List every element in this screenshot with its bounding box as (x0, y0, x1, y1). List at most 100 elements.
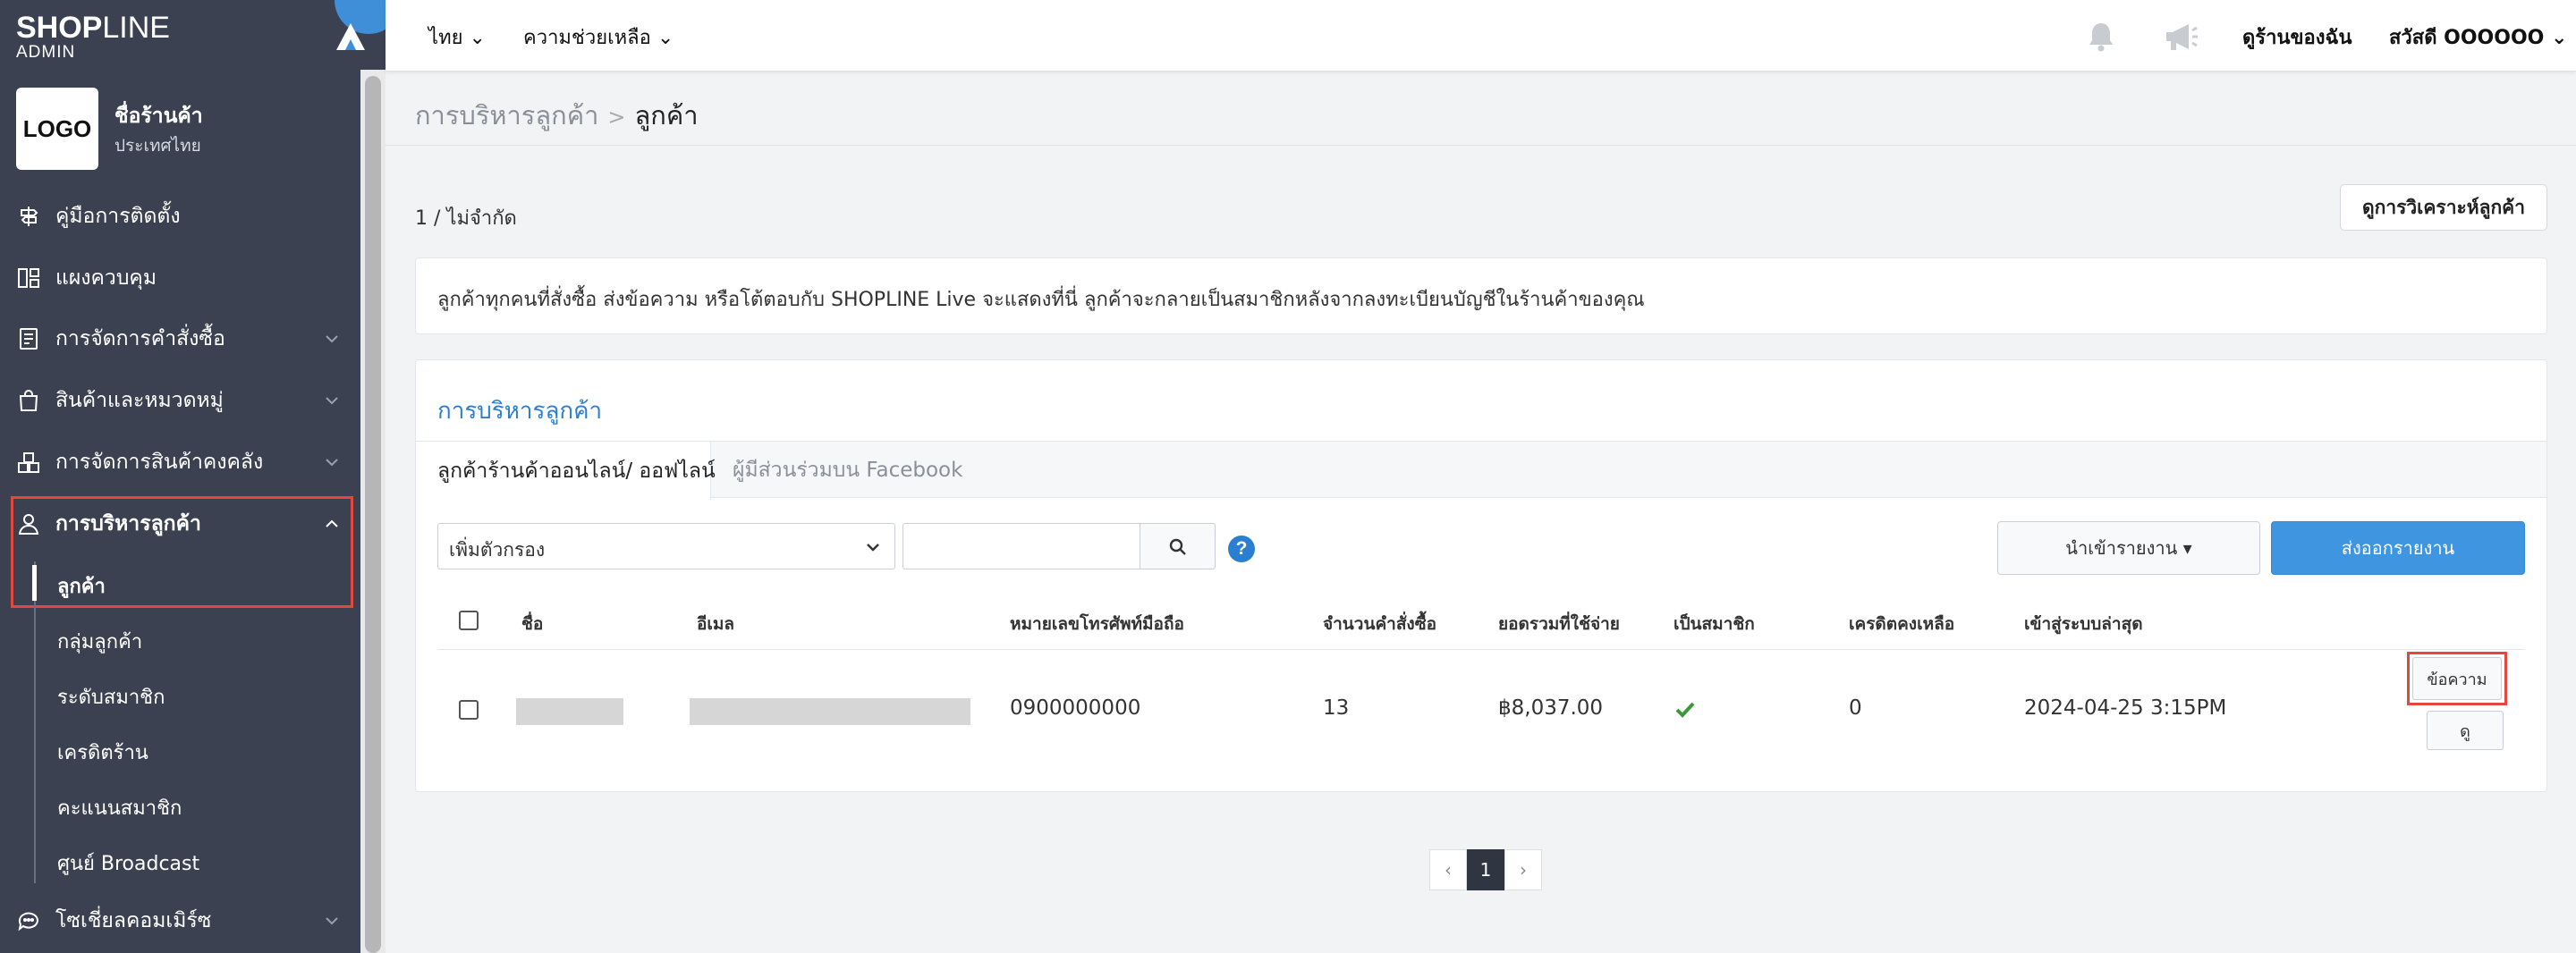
chevron-down-icon (326, 397, 338, 405)
chevron-down-icon: ⌄ (469, 27, 486, 49)
search-input[interactable] (902, 523, 1140, 569)
sidebar-item-dashboard[interactable]: แผงควบคุม (0, 251, 360, 305)
export-report-button[interactable]: ส่งออกรายงาน (2271, 521, 2525, 575)
checkmark-icon (1675, 702, 1695, 718)
row-checkbox[interactable] (459, 700, 479, 720)
brand-logo-area[interactable]: SHOPLINE ADMIN (0, 0, 360, 70)
store-logo: LOGO (16, 88, 98, 170)
cell-total-spent: ฿8,037.00 (1498, 696, 1604, 720)
customer-analysis-button[interactable]: ดูการวิเคราะห์ลูกค้า (2340, 184, 2547, 231)
store-country: ประเทศไทย (114, 136, 201, 156)
breadcrumb-separator: > (607, 105, 626, 130)
column-header-orders[interactable]: จำนวนคำสั่งซื้อ (1323, 611, 1436, 637)
column-header-last-login[interactable]: เข้าสู่ระบบล่าสุด (2024, 611, 2143, 637)
sidebar-subitem-customers[interactable]: ลูกค้า (57, 570, 106, 602)
view-store-link[interactable]: ดูร้านของฉัน (2242, 21, 2352, 53)
column-header-email[interactable]: อีเมล (697, 611, 734, 637)
header-divider (386, 145, 2576, 146)
order-list-icon (20, 328, 38, 350)
view-button[interactable]: ดู (2427, 711, 2504, 750)
chevron-down-icon (326, 335, 338, 343)
store-card[interactable]: LOGO ชื่อร้านค้า ประเทศไทย (16, 88, 347, 170)
user-greeting-dropdown[interactable]: สวัสดี OOOOOO ⌄ (2389, 21, 2567, 53)
store-name: ชื่อร้านค้า (114, 105, 203, 128)
tab-facebook-engagers[interactable]: ผู้มีส่วนร่วมบน Facebook (733, 442, 962, 499)
table-header-divider (437, 649, 2525, 650)
sidebar-item-label: สินค้าและหมวดหมู่ (55, 389, 224, 412)
sidebar-subitem-store-credit[interactable]: เครดิตร้าน (57, 737, 148, 768)
customer-panel: การบริหารลูกค้า ลูกค้าร้านค้าออนไลน์/ ออ… (415, 359, 2547, 792)
info-notice-text: ลูกค้าทุกคนที่สั่งซื้อ ส่งข้อความ หรือโต… (437, 289, 1645, 311)
column-header-credit[interactable]: เครดิตคงเหลือ (1849, 611, 1954, 637)
brand-sub: ADMIN (16, 43, 76, 62)
sidebar: SHOPLINE ADMIN LOGO ชื่อร้านค้า ประเทศไท… (0, 0, 386, 953)
cell-phone: 0900000000 (1010, 696, 1141, 720)
breadcrumb-parent[interactable]: การบริหารลูกค้า (415, 100, 598, 131)
column-header-member[interactable]: เป็นสมาชิก (1674, 611, 1755, 637)
column-header-name[interactable]: ชื่อ (521, 611, 543, 637)
cell-last-login: 2024-04-25 3:15PM (2024, 696, 2227, 720)
language-label: ไทย (428, 27, 463, 49)
sidebar-subitem-membership-tiers[interactable]: ระดับสมาชิก (57, 681, 165, 713)
sidebar-item-label: แผงควบคุม (55, 266, 157, 290)
megaphone-icon[interactable] (2163, 20, 2200, 54)
cell-credit: 0 (1849, 696, 1862, 720)
select-all-checkbox[interactable] (459, 611, 479, 630)
sidebar-item-label: การจัดการสินค้าคงคลัง (55, 451, 264, 474)
shopping-bag-icon (19, 390, 38, 411)
tabs-bar: ลูกค้าร้านค้าออนไลน์/ ออฟไลน์ ผู้มีส่วนร… (416, 441, 2546, 500)
help-dropdown[interactable]: ความช่วยเหลือ ⌄ (523, 21, 674, 53)
brand-logo[interactable]: SHOPLINE ADMIN (16, 13, 170, 61)
dashboard-icon (18, 268, 39, 288)
redacted-email (690, 698, 970, 725)
info-notice: ลูกค้าทุกคนที่สั่งซื้อ ส่งข้อความ หรือโต… (415, 257, 2547, 334)
search-button[interactable] (1140, 523, 1216, 569)
topbar: ไทย ⌄ ความช่วยเหลือ ⌄ ดูร้านของฉัน สวัสด… (386, 0, 2576, 72)
greeting-label: สวัสดี OOOOOO (2389, 27, 2545, 49)
sidebar-scrollbar-thumb[interactable] (365, 76, 381, 953)
sidebar-item-setup-guide[interactable]: คู่มือการติดตั้ง (0, 190, 360, 243)
sidebar-item-label: โซเชี่ยลคอมเมิร์ซ (55, 909, 212, 932)
pagination-prev[interactable]: ‹ (1429, 849, 1467, 890)
question-mark-icon[interactable]: ? (1228, 536, 1255, 562)
column-header-total-spent[interactable]: ยอดรวมที่ใช้จ่าย (1498, 611, 1620, 637)
chevron-down-icon (867, 544, 879, 552)
breadcrumb-current: ลูกค้า (634, 100, 699, 131)
chat-bubble-icon (18, 912, 38, 932)
pagination: ‹ 1 › (1429, 849, 1542, 890)
sidebar-subitem-customer-groups[interactable]: กลุ่มลูกค้า (57, 626, 142, 657)
sidebar-item-orders[interactable]: การจัดการคำสั่งซื้อ (0, 312, 360, 366)
chevron-down-icon (326, 917, 338, 925)
import-report-button[interactable]: นำเข้ารายงาน ▾ (1997, 521, 2260, 575)
search-icon (1169, 538, 1186, 555)
sidebar-item-inventory[interactable]: การจัดการสินค้าคงคลัง (0, 435, 360, 489)
pagination-page-1[interactable]: 1 (1467, 849, 1504, 890)
brand-name-thin: LINE (102, 11, 170, 45)
sidebar-item-products[interactable]: สินค้าและหมวดหมู่ (0, 374, 360, 427)
warehouse-icon (18, 452, 39, 473)
pagination-next[interactable]: › (1504, 849, 1542, 890)
submenu-active-indicator (32, 565, 37, 601)
add-filter-label: เพิ่มตัวกรอง (449, 539, 546, 561)
chevron-down-icon: ⌄ (657, 27, 674, 49)
add-filter-select[interactable]: เพิ่มตัวกรอง (437, 523, 895, 569)
brand-name-bold: SHOP (16, 11, 103, 45)
sidebar-subitem-broadcast[interactable]: ศูนย์ Broadcast (57, 848, 199, 879)
redacted-name (516, 698, 623, 725)
signpost-icon (21, 207, 38, 226)
sidebar-subitem-member-points[interactable]: คะแนนสมาชิก (57, 792, 182, 823)
message-button[interactable]: ข้อความ (2412, 657, 2502, 700)
sidebar-item-social-commerce[interactable]: โซเชี่ยลคอมเมิร์ซ (0, 894, 360, 948)
sidebar-item-label: คู่มือการติดตั้ง (55, 205, 181, 228)
customer-count: 1 / ไม่จำกัด (415, 207, 517, 230)
tab-online-offline-customers[interactable]: ลูกค้าร้านค้าออนไลน์/ ออฟไลน์ (416, 442, 716, 500)
panel-title: การบริหารลูกค้า (437, 398, 603, 425)
chevron-down-icon: ⌄ (2551, 27, 2568, 49)
column-header-phone[interactable]: หมายเลขโทรศัพท์มือถือ (1010, 611, 1184, 637)
brand-triangle-icon (333, 0, 386, 70)
cell-orders: 13 (1323, 696, 1350, 720)
chevron-down-icon (326, 459, 338, 467)
language-dropdown[interactable]: ไทย ⌄ (428, 21, 486, 53)
bell-icon[interactable] (2084, 20, 2118, 54)
sidebar-item-label: การจัดการคำสั่งซื้อ (55, 327, 225, 350)
